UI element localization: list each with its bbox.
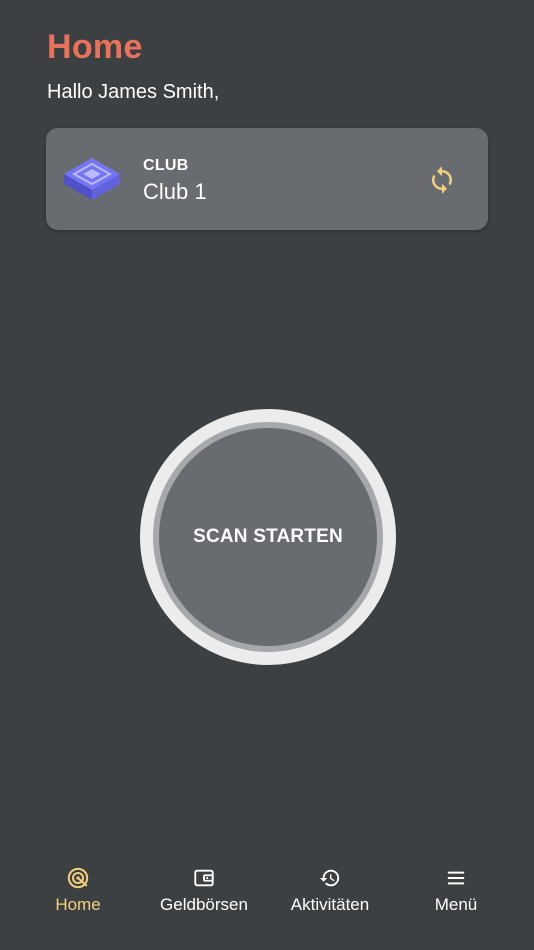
club-name: Club 1 [143,179,207,204]
nav-label-home: Home [55,895,101,914]
history-icon [318,866,342,890]
menu-icon [444,866,468,890]
nav-label-wallets: Geldbörsen [160,895,248,914]
page-title: Home [47,28,143,66]
wallet-icon [192,866,216,890]
nav-label-menu: Menü [434,895,478,914]
scan-start-button[interactable]: SCAN STARTEN [159,428,377,646]
club-card[interactable]: CLUB Club 1 [46,128,488,230]
nav-item-home[interactable]: Home [15,866,141,926]
greeting-text: Hallo James Smith, [47,81,220,103]
layered-stack-icon [62,154,122,204]
club-caption: CLUB [143,157,189,174]
switch-club-button[interactable] [422,160,462,200]
scan-outer-ring: SCAN STARTEN [140,409,396,665]
nav-item-menu[interactable]: Menü [393,866,519,926]
target-icon [66,866,90,890]
nav-item-activities[interactable]: Aktivitäten [267,866,393,926]
sync-icon [427,165,457,195]
nav-label-activities: Aktivitäten [290,895,370,914]
bottom-navigation: Home Geldbörsen Aktivitäten Menü [0,850,534,950]
scan-inner-ring: SCAN STARTEN [153,422,383,652]
app-screen: Home Hallo James Smith, CLUB Club 1 SCAN… [0,0,534,950]
nav-item-wallets[interactable]: Geldbörsen [141,866,267,926]
scan-start-label: SCAN STARTEN [193,526,343,547]
